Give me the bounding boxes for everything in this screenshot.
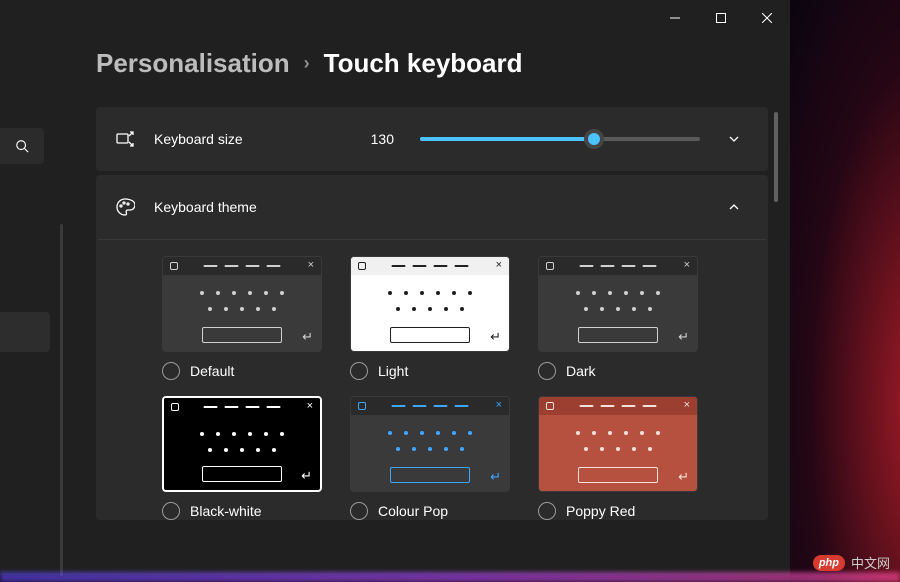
theme-name: Default	[190, 363, 234, 379]
settings-window: Personalisation › Touch keyboard Keyboar…	[0, 0, 790, 575]
scrollbar-thumb[interactable]	[774, 112, 778, 202]
breadcrumb-parent[interactable]: Personalisation	[96, 48, 290, 79]
sidebar-search[interactable]	[0, 128, 44, 164]
minimize-button[interactable]	[652, 0, 698, 36]
gear-icon	[170, 262, 178, 270]
theme-preview[interactable]: ×↵	[350, 256, 510, 352]
theme-option: ×↵Black-white	[162, 396, 322, 520]
preview-close-icon: ×	[496, 259, 502, 271]
enter-icon: ↵	[301, 468, 312, 484]
collapse-theme-button[interactable]	[718, 191, 750, 223]
enter-icon: ↵	[490, 329, 501, 345]
sidebar-item-peek[interactable]	[0, 312, 50, 352]
gear-icon	[171, 403, 179, 411]
radio-icon	[162, 502, 180, 520]
enter-icon: ↵	[490, 469, 501, 485]
minimize-icon	[670, 13, 680, 23]
preview-close-icon: ×	[308, 259, 314, 271]
radio-icon	[350, 362, 368, 380]
theme-name: Black-white	[190, 503, 262, 519]
theme-option: ×↵Dark	[538, 256, 698, 380]
theme-radio-label[interactable]: Dark	[538, 362, 698, 380]
slider-thumb[interactable]	[584, 129, 604, 149]
radio-icon	[538, 502, 556, 520]
theme-name: Light	[378, 363, 408, 379]
watermark-badge: php	[813, 555, 845, 571]
theme-preview[interactable]: ×↵	[538, 396, 698, 492]
keyboard-size-slider-wrap	[420, 137, 700, 141]
keyboard-size-slider[interactable]	[420, 137, 700, 141]
keyboard-theme-card: Keyboard theme ×↵Default×↵Light×↵Dark×↵B…	[96, 175, 768, 520]
preview-close-icon: ×	[684, 399, 690, 411]
theme-radio-label[interactable]: Default	[162, 362, 322, 380]
gear-icon	[358, 402, 366, 410]
radio-icon	[538, 362, 556, 380]
keyboard-size-value: 130	[371, 131, 394, 147]
theme-option: ×↵Poppy Red	[538, 396, 698, 520]
watermark-text: 中文网	[851, 553, 890, 572]
chevron-up-icon	[728, 201, 740, 213]
gear-icon	[546, 402, 554, 410]
breadcrumb: Personalisation › Touch keyboard	[96, 48, 768, 79]
chevron-down-icon	[728, 133, 740, 145]
theme-option: ×↵Colour Pop	[350, 396, 510, 520]
keyboard-size-row: Keyboard size 130	[96, 107, 768, 171]
radio-icon	[162, 362, 180, 380]
palette-icon	[114, 196, 136, 218]
enter-icon: ↵	[302, 329, 313, 345]
content-area: Personalisation › Touch keyboard Keyboar…	[96, 48, 768, 575]
titlebar	[0, 0, 790, 36]
keyboard-size-label: Keyboard size	[154, 131, 243, 147]
preview-close-icon: ×	[496, 399, 502, 411]
theme-preview[interactable]: ×↵	[162, 256, 322, 352]
theme-preview[interactable]: ×↵	[538, 256, 698, 352]
close-icon	[762, 13, 772, 23]
theme-radio-label[interactable]: Black-white	[162, 502, 322, 520]
theme-radio-label[interactable]: Light	[350, 362, 510, 380]
watermark: php 中文网	[813, 553, 890, 572]
keyboard-theme-label: Keyboard theme	[154, 199, 257, 215]
preview-close-icon: ×	[684, 259, 690, 271]
slider-fill	[420, 137, 594, 141]
chevron-right-icon: ›	[304, 53, 310, 74]
theme-grid: ×↵Default×↵Light×↵Dark×↵Black-white×↵Col…	[96, 240, 768, 520]
theme-option: ×↵Default	[162, 256, 322, 380]
preview-close-icon: ×	[307, 400, 313, 412]
radio-icon	[350, 502, 368, 520]
theme-name: Colour Pop	[378, 503, 448, 519]
expand-size-button[interactable]	[718, 123, 750, 155]
background-glow	[790, 0, 900, 582]
keyboard-size-icon	[114, 128, 136, 150]
maximize-icon	[716, 13, 726, 23]
theme-option: ×↵Light	[350, 256, 510, 380]
keyboard-size-card: Keyboard size 130	[96, 107, 768, 171]
keyboard-theme-row[interactable]: Keyboard theme	[96, 175, 768, 239]
gear-icon	[546, 262, 554, 270]
enter-icon: ↵	[678, 469, 689, 485]
bottom-glow	[0, 572, 900, 582]
theme-radio-label[interactable]: Poppy Red	[538, 502, 698, 520]
theme-preview[interactable]: ×↵	[350, 396, 510, 492]
theme-name: Poppy Red	[566, 503, 635, 519]
theme-radio-label[interactable]: Colour Pop	[350, 502, 510, 520]
enter-icon: ↵	[678, 329, 689, 345]
gear-icon	[358, 262, 366, 270]
maximize-button[interactable]	[698, 0, 744, 36]
theme-name: Dark	[566, 363, 596, 379]
page-title: Touch keyboard	[324, 48, 523, 79]
search-icon	[15, 139, 29, 153]
sidebar-accent	[60, 224, 63, 576]
theme-preview[interactable]: ×↵	[162, 396, 322, 492]
close-button[interactable]	[744, 0, 790, 36]
